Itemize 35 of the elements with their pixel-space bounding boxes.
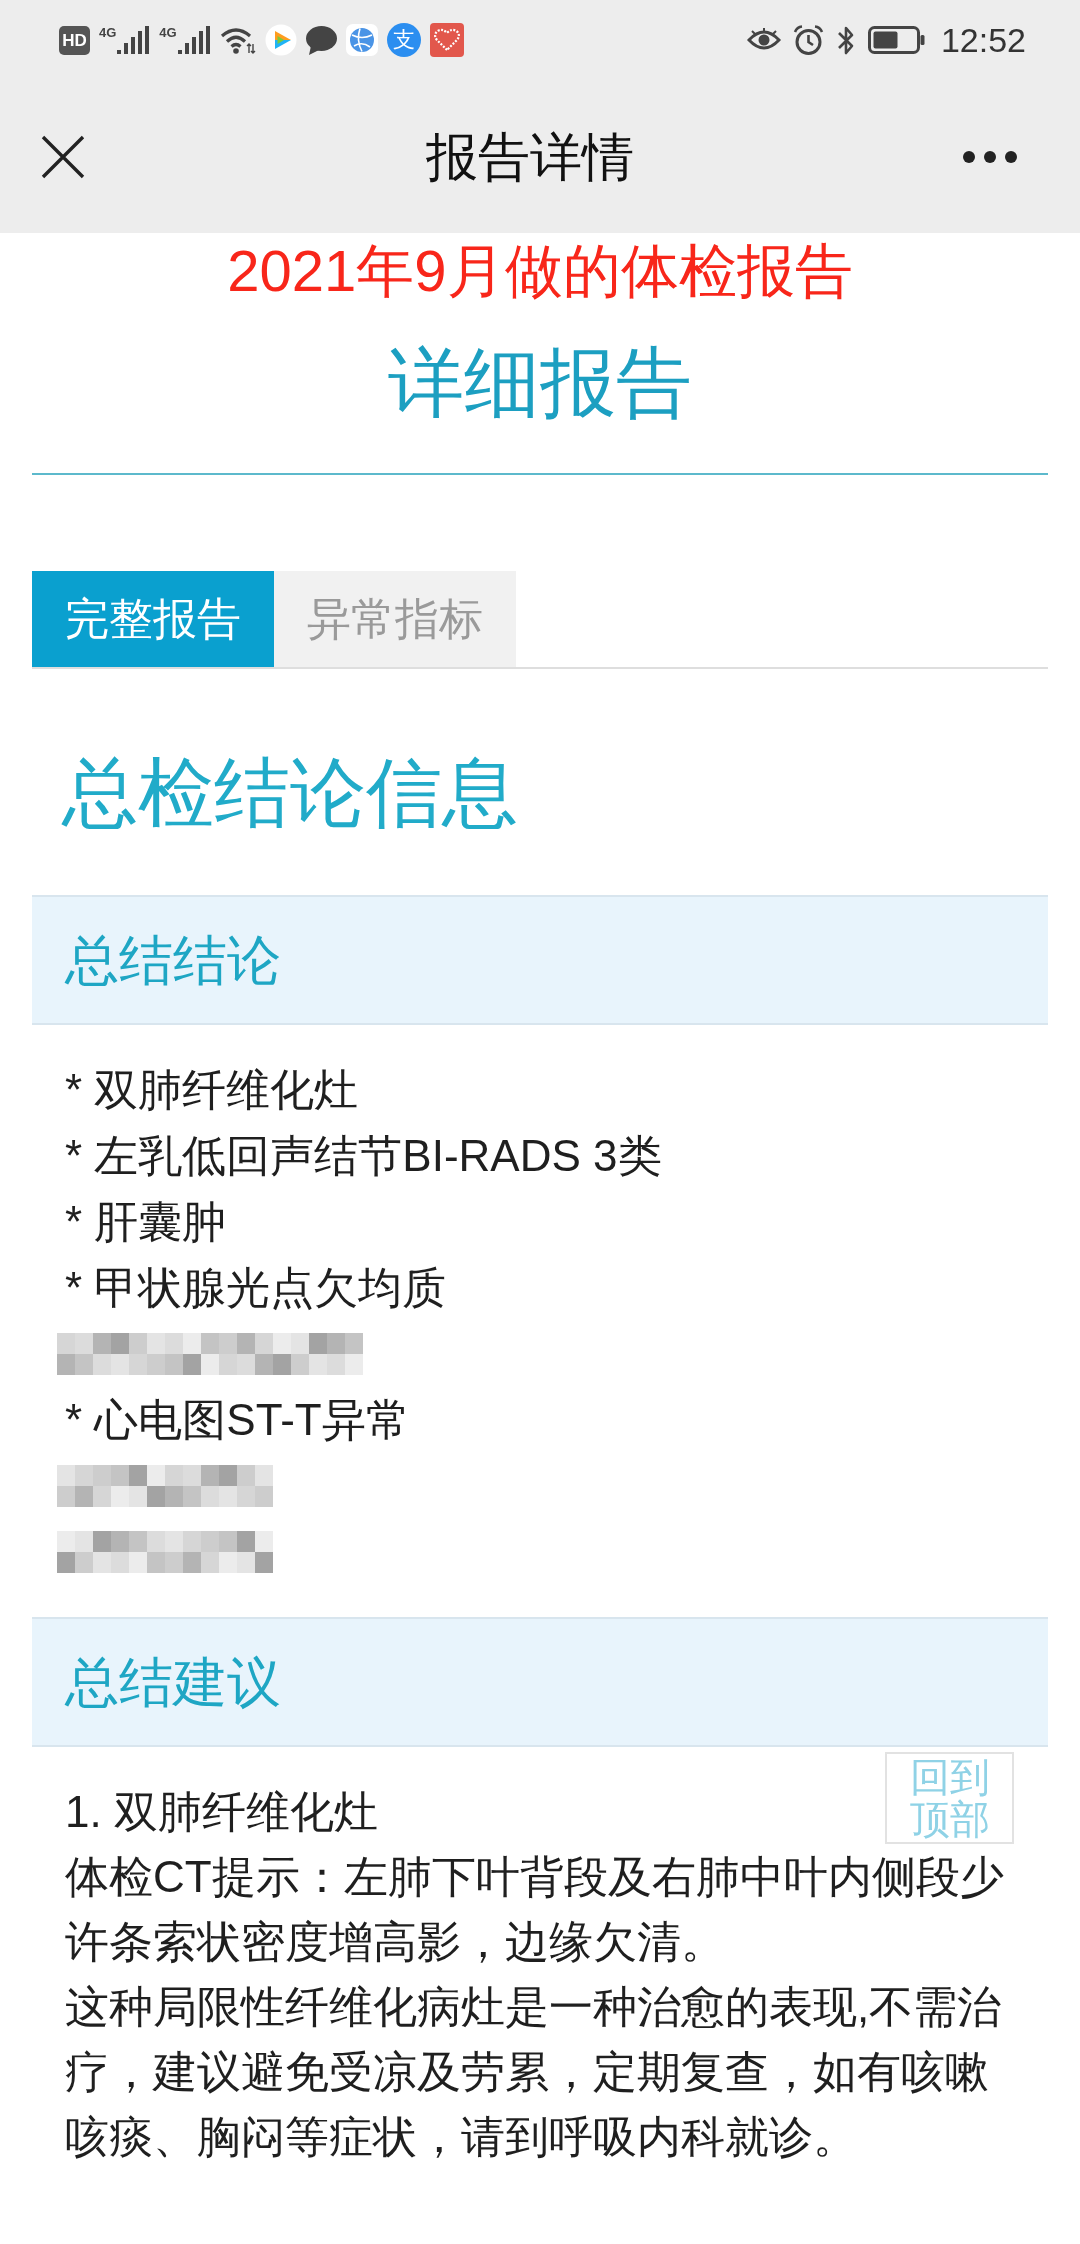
bluetooth-icon bbox=[835, 24, 856, 56]
close-icon[interactable] bbox=[41, 134, 85, 179]
globe-app-icon bbox=[345, 24, 378, 56]
conclusion-item: * 心电图ST-T异常 bbox=[65, 1394, 410, 1446]
more-icon[interactable] bbox=[962, 149, 1018, 164]
advice-text: 体检CT提示：左肺下叶背段及右肺中叶内侧段少许条索状密度增高影，边缘欠清。 bbox=[65, 1851, 1005, 1968]
battery-icon bbox=[867, 26, 925, 54]
report-tab[interactable]: 完整报告 bbox=[32, 571, 274, 667]
heart-app-icon bbox=[429, 23, 464, 57]
play-app-icon bbox=[264, 24, 297, 56]
subsection-title: 总结结论 bbox=[65, 933, 281, 987]
app-icon: 支 bbox=[386, 23, 421, 57]
network-type-label: 4G bbox=[159, 26, 177, 39]
conclusion-item: * 双肺纤维化灶 bbox=[65, 1064, 359, 1116]
back-to-top-button[interactable]: 回到顶部 bbox=[885, 1752, 1014, 1844]
hd-indicator: HD bbox=[59, 25, 90, 55]
page-title: 报告详情 bbox=[425, 130, 634, 183]
clock-time: 12:52 bbox=[940, 23, 1026, 57]
subsection-title: 总结建议 bbox=[65, 1655, 281, 1709]
report-note: 2021年9月做的体检报告 bbox=[227, 237, 853, 305]
wifi-icon bbox=[219, 26, 256, 54]
advice-text: 1. 双肺纤维化灶 bbox=[65, 1786, 378, 1838]
network-type-label: 4G bbox=[99, 26, 117, 39]
report-tab[interactable]: 异常指标 bbox=[274, 571, 516, 667]
report-title: 详细报告 bbox=[388, 339, 692, 427]
conclusion-item: * 甲状腺光点欠均质 bbox=[65, 1262, 447, 1314]
signal-icon bbox=[117, 26, 151, 54]
advice-text: 这种局限性纤维化病灶是一种治愈的表现,不需治疗，建议避免受凉及劳累，定期复查，如有咳嗽咳痰、胸闷等症状，请到呼吸内科就诊。 bbox=[65, 1981, 1003, 2163]
alarm-clock-icon bbox=[792, 24, 824, 56]
section-heading: 总检结论信息 bbox=[62, 749, 518, 837]
conclusion-item: * 肝囊肿 bbox=[65, 1196, 227, 1248]
signal-icon bbox=[177, 26, 211, 54]
eye-icon bbox=[746, 28, 781, 52]
chat-bubble-icon bbox=[305, 25, 337, 55]
conclusion-item: * 左乳低回声结节BI-RADS 3类 bbox=[65, 1130, 662, 1182]
